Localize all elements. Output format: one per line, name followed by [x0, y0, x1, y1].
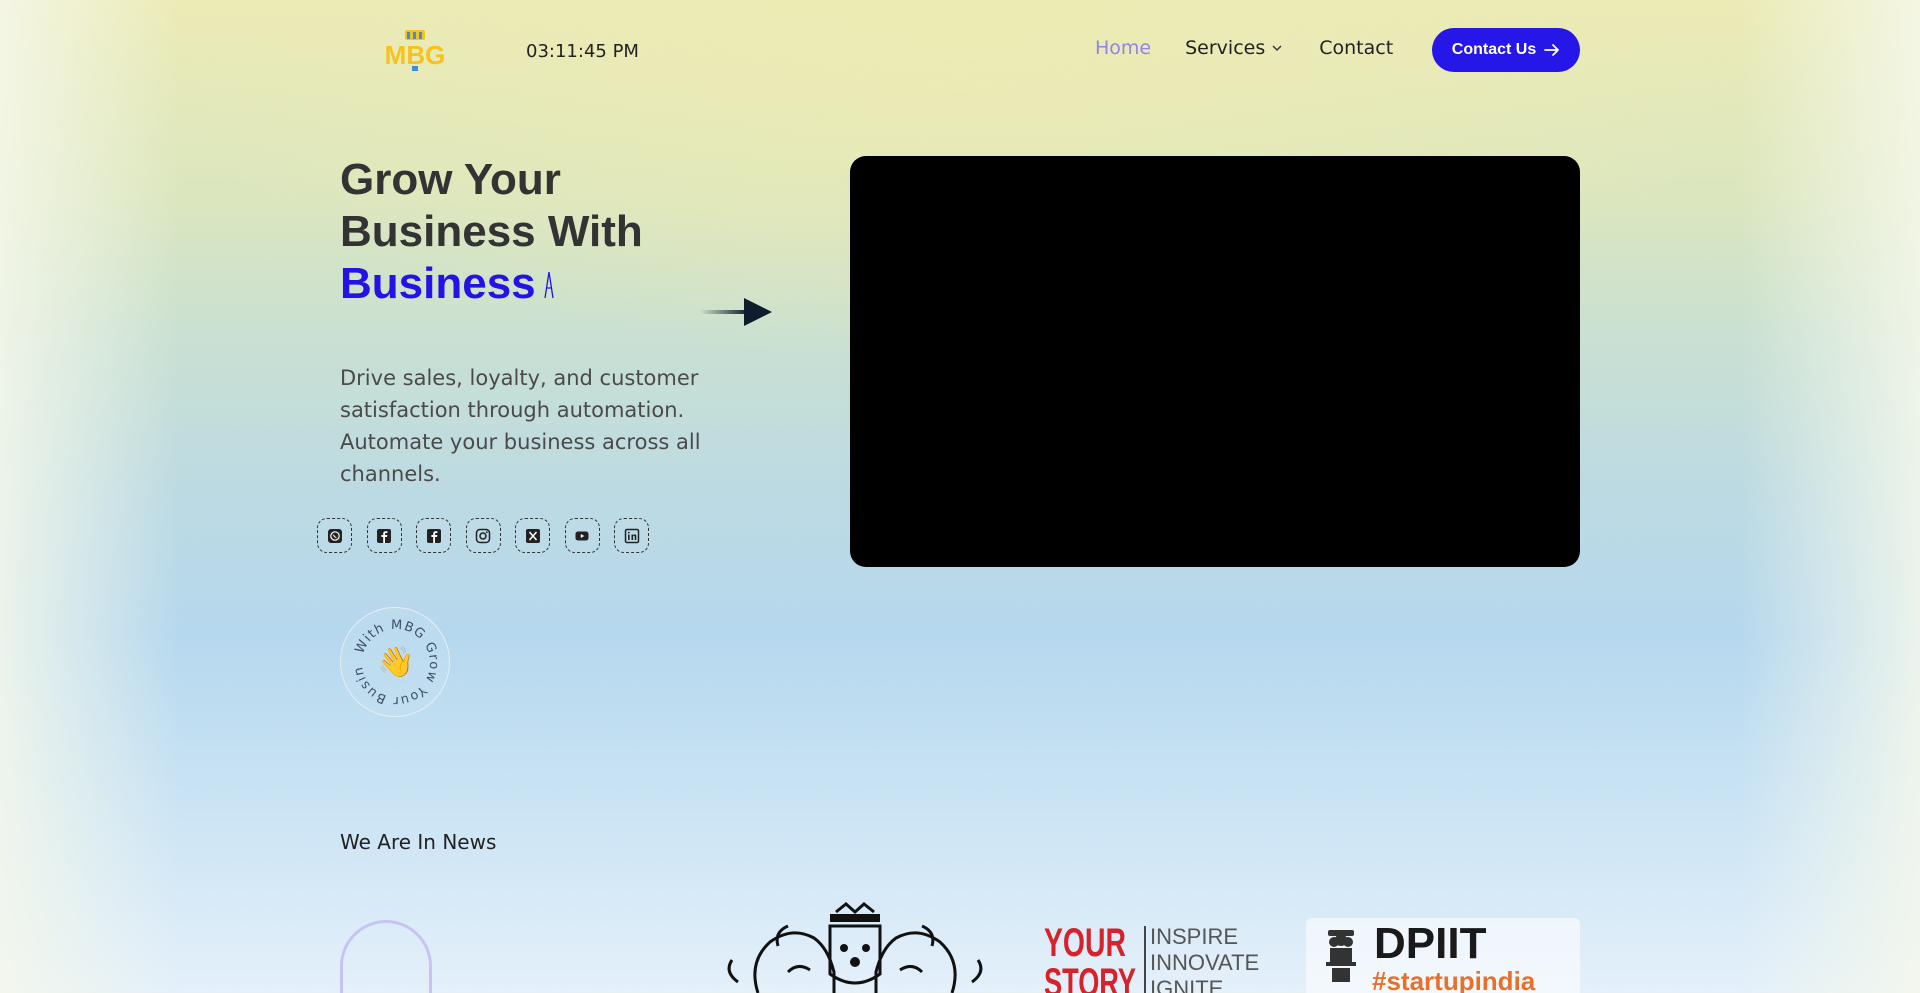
logo-text: MBG — [385, 40, 446, 70]
top-navigation: MBG 03:11:45 PM Home Services Contact Co… — [0, 0, 1920, 100]
social-links — [317, 518, 664, 553]
yourstory-logo[interactable]: YOUR STORY INSPIRE INNOVATE IGNITE — [1044, 920, 1264, 993]
arrow-right-icon — [1544, 44, 1560, 56]
dpiit-title: DPIIT — [1374, 919, 1487, 968]
x-icon — [525, 528, 540, 543]
contact-us-label: Contact Us — [1451, 41, 1537, 58]
facebook-icon — [377, 528, 391, 543]
yourstory-brand-line2: STORY — [1044, 961, 1136, 993]
yourstory-tag3: IGNITE — [1150, 976, 1223, 993]
typing-cursor-icon — [543, 271, 554, 299]
yourstory-tag2: INNOVATE — [1150, 950, 1259, 975]
news-carousel-card[interactable] — [340, 920, 432, 993]
nav-services-dropdown[interactable]: Services — [1185, 37, 1283, 59]
arrow-decoration-icon — [700, 298, 772, 326]
live-clock: 03:11:45 PM — [526, 41, 639, 62]
contact-us-button[interactable]: Contact Us — [1432, 28, 1580, 72]
yourstory-tag1: INSPIRE — [1150, 924, 1238, 949]
linkedin-link[interactable] — [614, 518, 649, 553]
background-fade-left — [0, 0, 180, 993]
whatsapp-icon — [327, 528, 342, 543]
instagram-icon — [475, 528, 491, 543]
facebook-link[interactable] — [366, 518, 402, 553]
dpiit-startupindia-logo[interactable]: DPIIT #startupindia — [1306, 918, 1580, 993]
instagram-link[interactable] — [465, 518, 501, 553]
youtube-icon — [575, 531, 589, 540]
waving-hand-icon: 👋 — [377, 645, 414, 680]
hero-title-line1: Grow Your — [340, 155, 561, 204]
hero-video-player[interactable] — [850, 156, 1580, 567]
linkedin-icon — [624, 528, 639, 543]
yourstory-brand-line1: YOUR — [1044, 921, 1126, 965]
news-section-title: We Are In News — [340, 830, 497, 854]
nav-links: Home Services Contact — [1095, 37, 1393, 59]
whatsapp-link[interactable] — [317, 518, 352, 553]
x-twitter-link[interactable] — [515, 518, 550, 553]
chevron-down-icon — [1272, 45, 1282, 51]
nav-services-label: Services — [1185, 37, 1266, 59]
facebook-icon — [426, 528, 441, 543]
rotating-badge: With MBG Grow Your Business 👋 — [336, 597, 450, 717]
background-fade-right — [1740, 0, 1920, 993]
state-emblem-logo[interactable] — [718, 902, 992, 993]
hero-title: Grow Your Business With Business — [340, 154, 760, 310]
nav-home-link[interactable]: Home — [1095, 37, 1151, 59]
nav-contact-link[interactable]: Contact — [1319, 37, 1393, 59]
hero-title-accent: Business — [340, 259, 536, 308]
hero-description: Drive sales, loyalty, and customer satis… — [340, 366, 701, 486]
dpiit-hashtag: #startupindia — [1372, 966, 1536, 993]
mbg-logo[interactable]: MBG — [383, 28, 447, 72]
hero-title-line2: Business With — [340, 207, 643, 256]
youtube-link[interactable] — [564, 518, 600, 553]
facebook-page-link[interactable] — [416, 518, 451, 553]
